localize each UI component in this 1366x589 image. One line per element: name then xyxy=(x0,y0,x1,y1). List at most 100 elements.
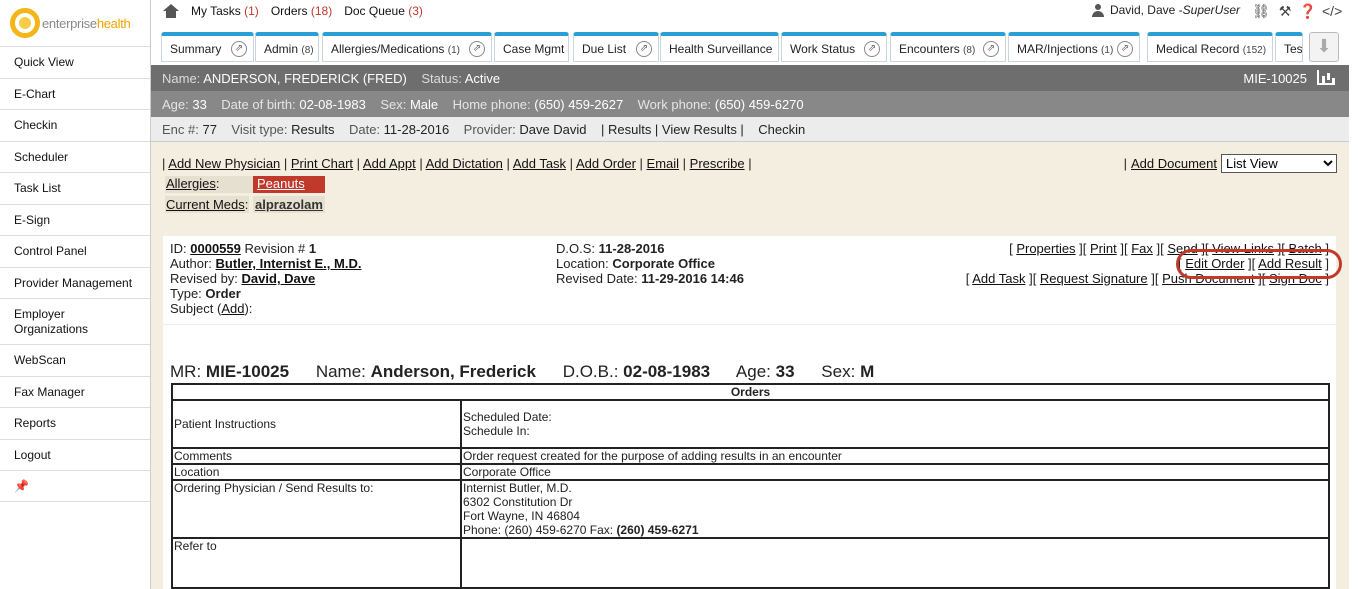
popout-icon[interactable]: ⇗ xyxy=(231,41,247,57)
sun-logo-icon xyxy=(10,8,40,38)
document-links-row-2: [ Edit Order ][ Add Result ] xyxy=(1177,256,1329,271)
send-link[interactable]: Send xyxy=(1167,241,1197,256)
document-links-row-3: [ Add Task ][ Request Signature ][ Push … xyxy=(965,271,1329,286)
sign-doc-link[interactable]: Sign Doc xyxy=(1269,271,1322,286)
tab-due-list[interactable]: Due List ⇗ xyxy=(573,32,659,62)
table-row: Comments Order request created for the p… xyxy=(171,447,1330,465)
properties-link[interactable]: Properties xyxy=(1016,241,1075,256)
add-order-link[interactable]: Add Order xyxy=(576,156,636,171)
top-bar: My Tasks (1) Orders (18) Doc Queue (3) D… xyxy=(151,0,1366,22)
doc-queue-link[interactable]: Doc Queue (3) xyxy=(344,4,423,18)
sidebar-item-e-chart[interactable]: E-Chart xyxy=(0,79,150,110)
popout-icon[interactable]: ⇗ xyxy=(636,41,652,57)
allergy-badge[interactable]: Peanuts xyxy=(253,176,325,193)
table-row: Refer to xyxy=(171,537,1330,589)
tab-mar-injections[interactable]: MAR/Injections (1) ⇗ xyxy=(1008,32,1140,62)
allergies-label[interactable]: Allergies xyxy=(166,176,216,191)
patient-name: ANDERSON, FREDERICK (FRED) xyxy=(203,71,407,86)
tab-admin[interactable]: Admin (8) xyxy=(255,32,319,62)
brand-name: enterprisehealth xyxy=(42,15,131,31)
my-tasks-link[interactable]: My Tasks (1) xyxy=(191,4,259,18)
view-links-link[interactable]: View Links xyxy=(1212,241,1274,256)
document-links-row-1: [ Properties ][ Print ][ Fax ][ Send ][ … xyxy=(1009,241,1329,256)
popout-icon[interactable]: ⇗ xyxy=(469,41,485,57)
print-chart-link[interactable]: Print Chart xyxy=(291,156,353,171)
table-row: Location Corporate Office xyxy=(171,463,1330,481)
checkin-link[interactable]: Checkin xyxy=(758,122,805,137)
email-link[interactable]: Email xyxy=(647,156,680,171)
view-select[interactable]: List View xyxy=(1221,154,1337,173)
sidebar: enterprisehealth Quick View E-Chart Chec… xyxy=(0,0,151,589)
sidebar-item-logout[interactable]: Logout xyxy=(0,440,150,471)
sidebar-item-reports[interactable]: Reports xyxy=(0,408,150,440)
patient-mrn: MIE-10025 xyxy=(1243,71,1307,86)
author-link[interactable]: Butler, Internist E., M.D. xyxy=(216,256,362,271)
sidebar-item-employer-organizations[interactable]: Employer Organizations xyxy=(0,299,150,345)
sidebar-item-task-list[interactable]: Task List xyxy=(0,173,150,205)
sidebar-item-e-sign[interactable]: E-Sign xyxy=(0,205,150,236)
pin-icon[interactable]: 📌 xyxy=(0,471,150,502)
print-link[interactable]: Print xyxy=(1090,241,1117,256)
sidebar-item-provider-management[interactable]: Provider Management xyxy=(0,268,150,299)
add-task-doc-link[interactable]: Add Task xyxy=(972,271,1025,286)
encounter-content: | Add New Physician | Print Chart | Add … xyxy=(151,142,1349,589)
sidebar-item-webscan[interactable]: WebScan xyxy=(0,345,150,377)
orders-table: Orders Patient Instructions Scheduled Da… xyxy=(171,383,1330,589)
tab-encounters[interactable]: Encounters (8) ⇗ xyxy=(890,32,1006,62)
magic-wand-icon[interactable]: ⚒ xyxy=(1276,3,1294,20)
tab-health-surveillance[interactable]: Health Surveillance xyxy=(660,32,779,62)
bar-chart-icon[interactable] xyxy=(1317,70,1335,85)
sidebar-item-fax-manager[interactable]: Fax Manager xyxy=(0,377,150,408)
add-document-link[interactable]: Add Document xyxy=(1131,156,1217,171)
med-link[interactable]: alprazolam xyxy=(253,196,325,213)
chart-actions: | Add New Physician | Print Chart | Add … xyxy=(162,156,752,171)
prescribe-link[interactable]: Prescribe xyxy=(690,156,745,171)
tab-summary[interactable]: Summary ⇗ xyxy=(161,32,254,62)
push-document-link[interactable]: Push Document xyxy=(1162,271,1255,286)
help-icon[interactable]: ❓ xyxy=(1299,3,1317,20)
tab-medical-record[interactable]: Medical Record (152) xyxy=(1147,32,1273,62)
allergies-row: Allergies: Peanuts xyxy=(165,176,325,193)
encounter-bar: Enc #: 77 Visit type: Results Date: 11-2… xyxy=(151,117,1349,142)
link-icon[interactable]: ⛓ xyxy=(1252,3,1270,20)
sidebar-item-scheduler[interactable]: Scheduler xyxy=(0,142,150,173)
revised-by-link[interactable]: David, Dave xyxy=(242,271,316,286)
popout-icon[interactable]: ⇗ xyxy=(864,41,880,57)
code-icon[interactable]: </> xyxy=(1322,3,1342,19)
add-task-link[interactable]: Add Task xyxy=(513,156,566,171)
document-meta-dates: D.O.S: 11-28-2016 Location: Corporate Of… xyxy=(556,241,744,286)
popout-icon[interactable]: ⇗ xyxy=(983,41,999,57)
add-dictation-link[interactable]: Add Dictation xyxy=(426,156,503,171)
logo[interactable]: enterprisehealth xyxy=(0,0,150,47)
document-id-link[interactable]: 0000559 xyxy=(190,241,241,256)
user-menu[interactable]: David, Dave - SuperUser xyxy=(1091,3,1240,17)
tab-work-status[interactable]: Work Status ⇗ xyxy=(781,32,887,62)
patient-status: Active xyxy=(464,71,501,86)
current-meds-label[interactable]: Current Meds xyxy=(166,197,245,212)
tab-case-mgmt[interactable]: Case Mgmt xyxy=(494,32,569,62)
tab-tes[interactable]: Tes xyxy=(1275,32,1303,62)
table-row: Patient Instructions Scheduled Date: Sche… xyxy=(171,399,1330,449)
add-result-link[interactable]: Add Result xyxy=(1258,256,1322,271)
request-signature-link[interactable]: Request Signature xyxy=(1040,271,1148,286)
document-actions: | Add Document List View xyxy=(1124,154,1337,173)
chart-tabs: Summary ⇗ Admin (8) Allergies/Medications… xyxy=(151,30,1366,65)
fax-link[interactable]: Fax xyxy=(1131,241,1153,256)
sidebar-item-quick-view[interactable]: Quick View xyxy=(0,47,150,79)
add-new-physician-link[interactable]: Add New Physician xyxy=(168,156,280,171)
user-icon xyxy=(1091,3,1104,17)
edit-order-link[interactable]: Edit Order xyxy=(1185,256,1244,271)
divider xyxy=(163,324,1336,325)
sidebar-item-checkin[interactable]: Checkin xyxy=(0,110,150,142)
orders-link[interactable]: Orders (18) xyxy=(271,4,332,18)
sidebar-item-control-panel[interactable]: Control Panel xyxy=(0,236,150,268)
add-subject-link[interactable]: Add xyxy=(221,301,244,316)
tab-allergies-medications[interactable]: Allergies/Medications (1) ⇗ xyxy=(322,32,492,62)
home-icon[interactable] xyxy=(163,4,179,18)
batch-link[interactable]: Batch xyxy=(1289,241,1322,256)
encounter-results-links[interactable]: | Results | View Results | xyxy=(601,122,744,137)
popout-icon[interactable]: ⇗ xyxy=(1117,41,1133,57)
patient-demographics: Age: 33 Date of birth: 02-08-1983 Sex: M… xyxy=(151,91,1349,117)
tab-scroll-down-icon[interactable]: ⬇ xyxy=(1309,32,1339,62)
add-appt-link[interactable]: Add Appt xyxy=(363,156,416,171)
